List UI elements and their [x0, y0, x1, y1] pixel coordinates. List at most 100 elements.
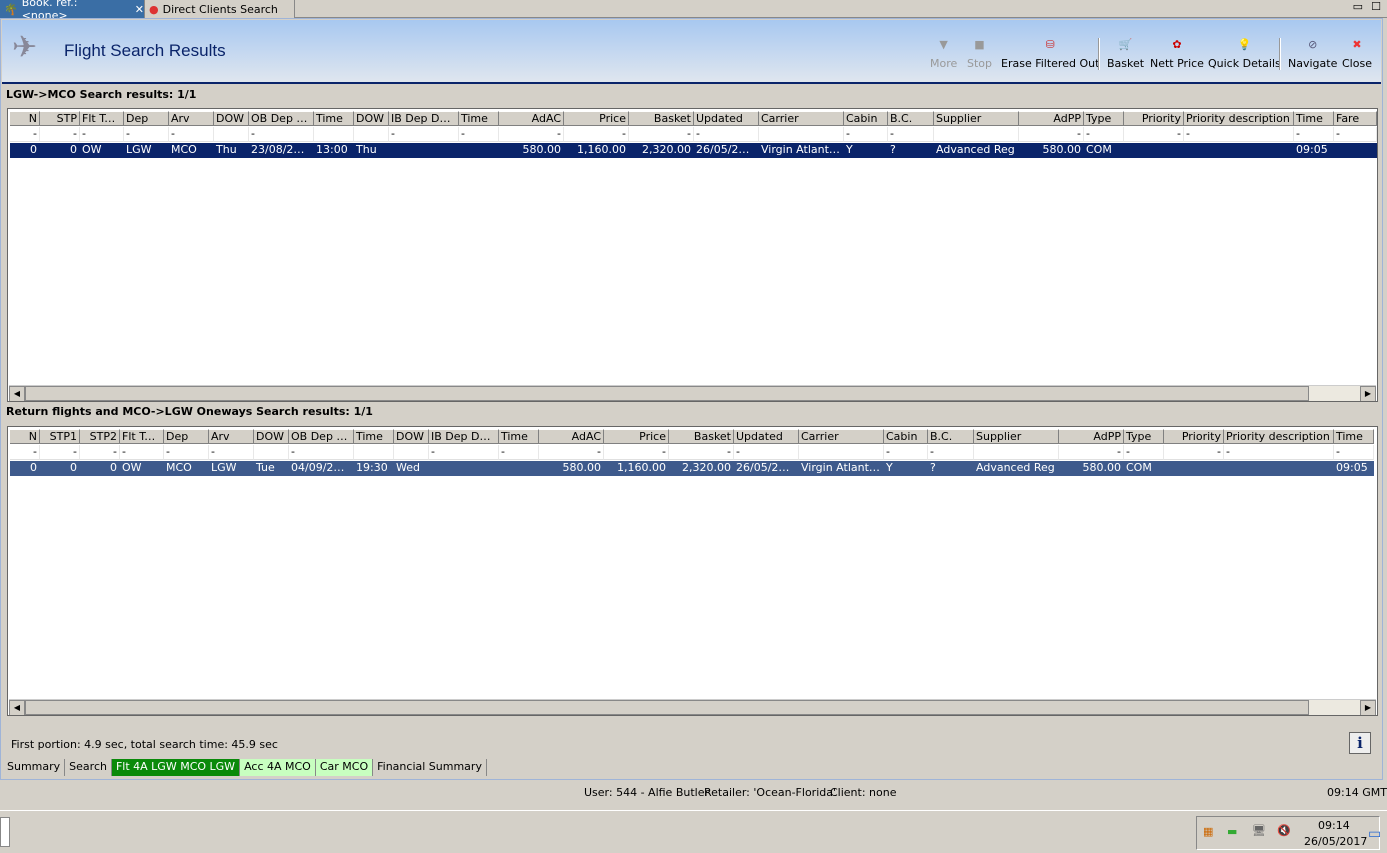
- filter-cell[interactable]: -: [40, 445, 80, 460]
- filter-cell[interactable]: -: [1224, 445, 1334, 460]
- filter-cell[interactable]: -: [459, 127, 499, 142]
- network-card-icon[interactable]: ▬: [1227, 825, 1237, 838]
- scroll-right-icon[interactable]: ▶: [1360, 386, 1376, 401]
- stop-button[interactable]: ■ Stop: [967, 38, 992, 70]
- filter-cell[interactable]: [354, 445, 394, 460]
- filter-cell[interactable]: -: [40, 127, 80, 142]
- column-header[interactable]: Fare: [1334, 111, 1377, 126]
- volume-muted-icon[interactable]: 🔇: [1277, 824, 1291, 837]
- filter-row[interactable]: --------------------: [10, 445, 1374, 460]
- column-header[interactable]: Supplier: [974, 429, 1059, 444]
- column-header[interactable]: Basket: [629, 111, 694, 126]
- filter-cell[interactable]: -: [734, 445, 799, 460]
- column-header[interactable]: STP1: [40, 429, 80, 444]
- filter-cell[interactable]: -: [10, 127, 40, 142]
- filter-cell[interactable]: -: [164, 445, 209, 460]
- basket-button[interactable]: 🛒 Basket: [1107, 38, 1144, 70]
- column-header[interactable]: Time: [354, 429, 394, 444]
- column-header[interactable]: Price: [604, 429, 669, 444]
- filter-cell[interactable]: -: [169, 127, 214, 142]
- show-desktop-icon[interactable]: ▭: [1368, 826, 1381, 842]
- filter-cell[interactable]: -: [1059, 445, 1124, 460]
- filter-cell[interactable]: [974, 445, 1059, 460]
- scroll-left-icon[interactable]: ◀: [9, 700, 25, 715]
- filter-cell[interactable]: -: [80, 127, 124, 142]
- filter-cell[interactable]: -: [1164, 445, 1224, 460]
- column-header[interactable]: Flt Type: [80, 111, 124, 126]
- column-header[interactable]: B.C.: [888, 111, 934, 126]
- column-header[interactable]: OB Dep D...: [249, 111, 314, 126]
- filter-cell[interactable]: -: [120, 445, 164, 460]
- column-header[interactable]: Flt Type: [120, 429, 164, 444]
- column-header[interactable]: IB Dep Date: [389, 111, 459, 126]
- horizontal-scrollbar[interactable]: ◀ ▶: [9, 385, 1376, 401]
- scroll-left-icon[interactable]: ◀: [9, 386, 25, 401]
- column-header[interactable]: Supplier: [934, 111, 1019, 126]
- filter-cell[interactable]: -: [10, 445, 40, 460]
- column-header[interactable]: STP: [40, 111, 80, 126]
- filter-cell[interactable]: -: [1124, 445, 1164, 460]
- filter-cell[interactable]: -: [888, 127, 934, 142]
- filter-cell[interactable]: -: [884, 445, 928, 460]
- column-header[interactable]: DOW: [394, 429, 429, 444]
- column-header[interactable]: Dep: [124, 111, 169, 126]
- antivirus-icon[interactable]: ▦: [1203, 825, 1213, 838]
- erase-filtered-out-button[interactable]: ⛁ Erase Filtered Out: [1001, 38, 1099, 70]
- column-header[interactable]: Type: [1084, 111, 1124, 126]
- filter-cell[interactable]: -: [429, 445, 499, 460]
- column-header[interactable]: STP2: [80, 429, 120, 444]
- filter-cell[interactable]: [759, 127, 844, 142]
- table-row[interactable]: 0 0 0 OW MCO LGW Tue 04/09/2018 19:30 Wed 580.00 1,…: [10, 461, 1374, 476]
- column-header[interactable]: Carrier: [759, 111, 844, 126]
- filter-cell[interactable]: -: [1334, 127, 1377, 142]
- filter-cell[interactable]: -: [1124, 127, 1184, 142]
- bottom-tab-flt-4a-lgw-mco-lgw[interactable]: Flt 4A LGW MCO LGW: [111, 759, 241, 776]
- horizontal-scrollbar[interactable]: ◀ ▶: [9, 699, 1376, 715]
- bottom-tab-financial-summary[interactable]: Financial Summary: [373, 759, 487, 776]
- filter-cell[interactable]: -: [604, 445, 669, 460]
- scroll-thumb[interactable]: [25, 700, 1309, 715]
- column-header[interactable]: DOW: [254, 429, 289, 444]
- filter-cell[interactable]: -: [844, 127, 888, 142]
- filter-cell[interactable]: -: [499, 445, 539, 460]
- tab-direct-clients-search[interactable]: ● Direct Clients Search: [145, 0, 295, 18]
- filter-cell[interactable]: -: [249, 127, 314, 142]
- filter-cell[interactable]: -: [564, 127, 629, 142]
- column-header[interactable]: AdAC: [499, 111, 564, 126]
- filter-cell[interactable]: -: [80, 445, 120, 460]
- nett-price-button[interactable]: ✿ Nett Price: [1150, 38, 1204, 70]
- column-header[interactable]: Priority: [1124, 111, 1184, 126]
- column-header[interactable]: Time: [459, 111, 499, 126]
- info-button[interactable]: i: [1349, 732, 1371, 754]
- bottom-tab-car-mco[interactable]: Car MCO: [315, 759, 374, 776]
- column-header[interactable]: AdAC: [539, 429, 604, 444]
- close-tab-icon[interactable]: ✕: [135, 3, 144, 16]
- filter-cell[interactable]: -: [124, 127, 169, 142]
- filter-cell[interactable]: [394, 445, 429, 460]
- column-header[interactable]: N: [10, 111, 40, 126]
- more-button[interactable]: ▼ More: [930, 38, 957, 70]
- column-header[interactable]: Updated: [694, 111, 759, 126]
- column-header[interactable]: Updated: [734, 429, 799, 444]
- column-header[interactable]: Arv: [209, 429, 254, 444]
- column-header[interactable]: DOW: [214, 111, 249, 126]
- filter-cell[interactable]: -: [499, 127, 564, 142]
- bottom-tab-search[interactable]: Search: [65, 759, 112, 776]
- filter-cell[interactable]: [254, 445, 289, 460]
- filter-cell[interactable]: -: [389, 127, 459, 142]
- table-row[interactable]: 0 0 OW LGW MCO Thu 23/08/2018 13:00 Thu 580.00 1,1…: [10, 143, 1377, 158]
- filter-cell[interactable]: -: [669, 445, 734, 460]
- column-header[interactable]: Carrier: [799, 429, 884, 444]
- column-header[interactable]: Cabin: [884, 429, 928, 444]
- close-button[interactable]: ✖ Close: [1342, 38, 1372, 70]
- bottom-tab-summary[interactable]: Summary: [3, 759, 66, 776]
- filter-cell[interactable]: -: [1294, 127, 1334, 142]
- column-header[interactable]: Time: [314, 111, 354, 126]
- filter-cell[interactable]: [214, 127, 249, 142]
- column-header[interactable]: Priority: [1164, 429, 1224, 444]
- filter-cell[interactable]: -: [629, 127, 694, 142]
- column-header[interactable]: Time: [1294, 111, 1334, 126]
- taskbar-button[interactable]: [0, 817, 10, 847]
- maximize-button[interactable]: ☐: [1371, 0, 1381, 13]
- column-header[interactable]: AdPP: [1019, 111, 1084, 126]
